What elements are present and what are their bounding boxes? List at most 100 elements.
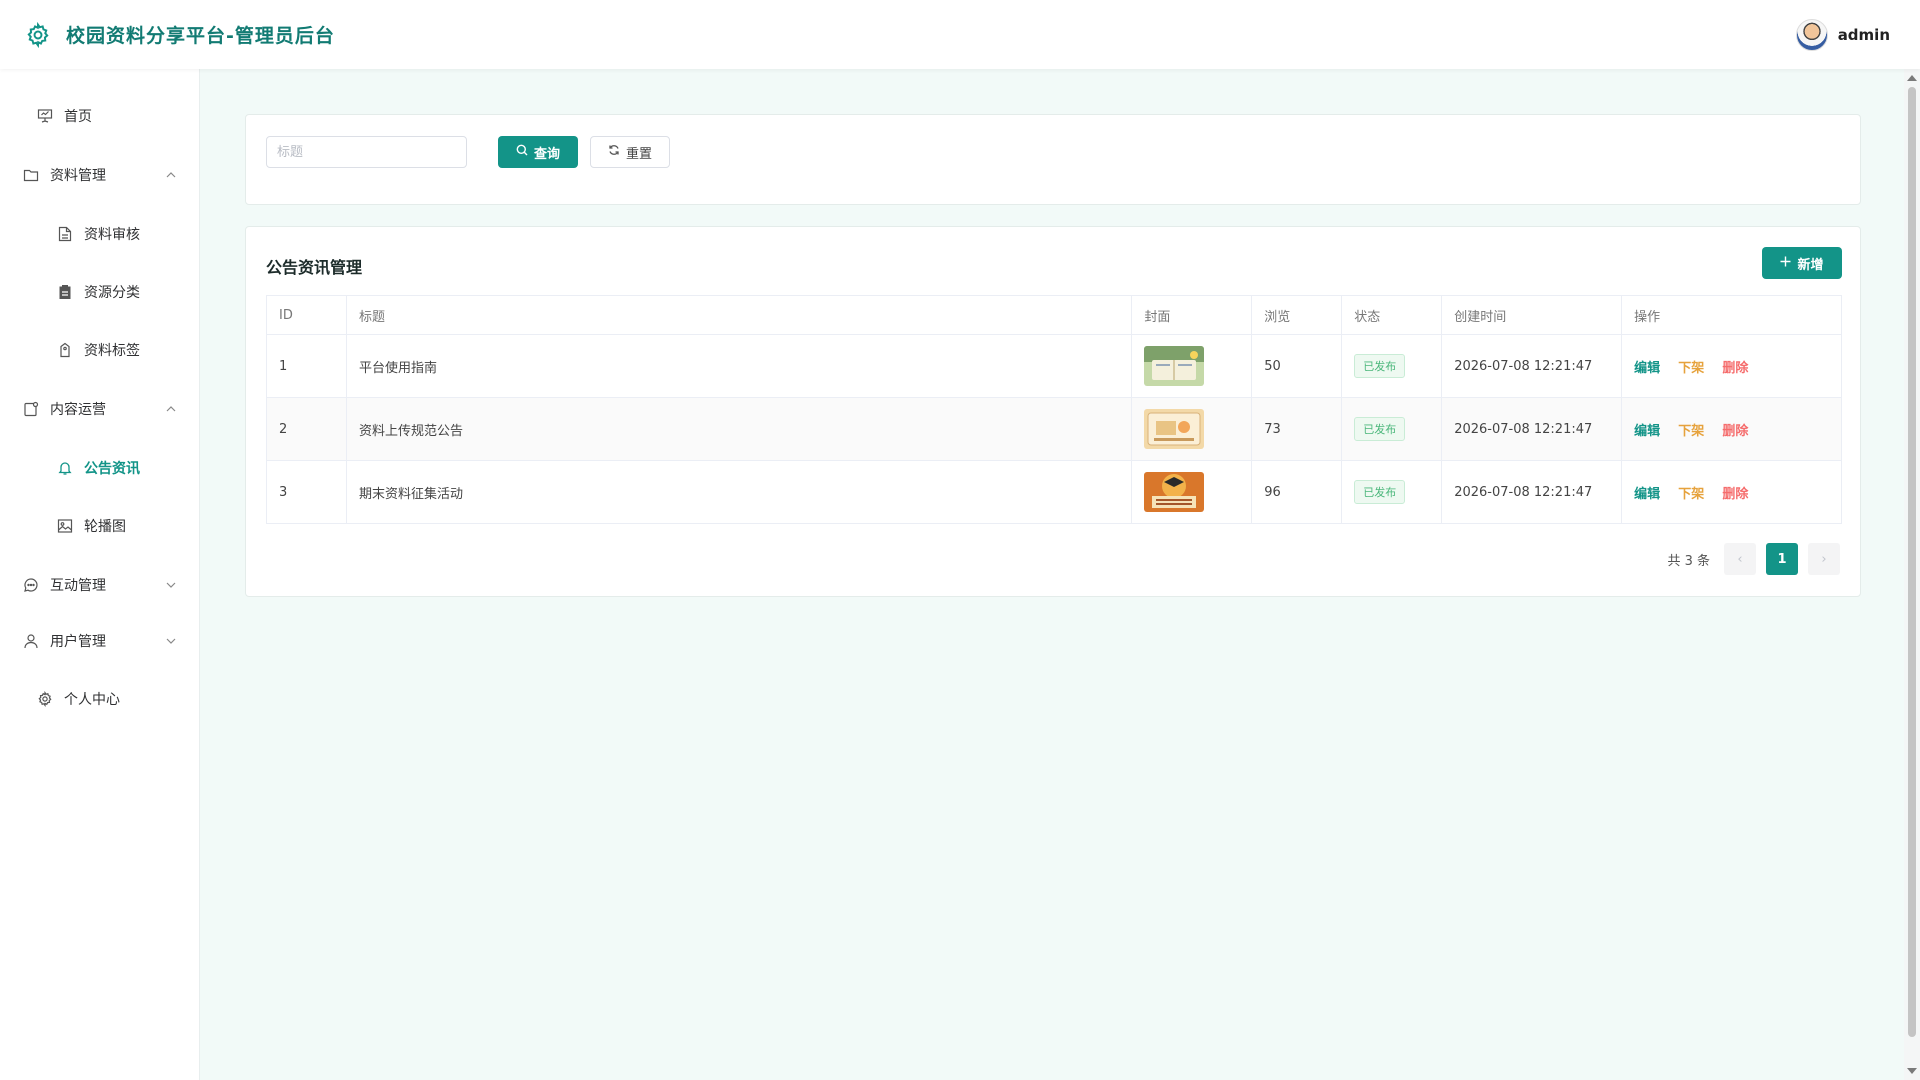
chevron-left-icon: ‹	[1737, 551, 1743, 567]
bell-icon	[56, 459, 74, 477]
sidebar-item-label: 互动管理	[50, 578, 106, 594]
offline-button[interactable]: 下架	[1678, 487, 1704, 502]
page-number-button[interactable]: 1	[1766, 543, 1798, 575]
column-header-id[interactable]: ID	[266, 295, 347, 335]
prev-page-button[interactable]: ‹	[1724, 543, 1756, 575]
filter-card: 查询 重置	[245, 114, 1861, 205]
row-actions: 编辑 下架 删除	[1621, 397, 1842, 461]
chevron-up-icon	[164, 168, 178, 182]
scroll-thumb[interactable]	[1908, 87, 1916, 1037]
add-button-label: 新增	[1797, 257, 1824, 273]
column-header-title[interactable]: 标题	[345, 295, 1133, 335]
next-page-button[interactable]: ›	[1808, 543, 1840, 575]
sidebar-item-label: 个人中心	[64, 692, 120, 708]
sidebar-item-label: 资料审核	[84, 227, 140, 243]
row-cover	[1131, 397, 1253, 461]
chevron-down-icon	[164, 634, 178, 648]
table-row: 1 平台使用指南 50 已发布 2026-07-08 12:21:47 编辑 下…	[266, 334, 1842, 398]
refresh-icon	[608, 144, 620, 160]
table-row: 2 资料上传规范公告 73 已发布 2026-07-08 12:21:47 编辑…	[266, 397, 1842, 461]
query-button-label: 查询	[533, 146, 560, 162]
row-status: 已发布	[1341, 460, 1443, 524]
vertical-scrollbar[interactable]	[1904, 69, 1920, 1080]
sidebar-item-categories[interactable]: 资源分类	[0, 272, 200, 312]
top-header: 校园资料分享平台-管理员后台 admin	[0, 0, 1920, 69]
picture-icon	[56, 517, 74, 535]
column-header-actions: 操作	[1621, 295, 1842, 335]
row-id: 2	[266, 397, 347, 461]
query-button[interactable]: 查询	[498, 136, 578, 168]
row-status: 已发布	[1341, 334, 1443, 398]
sidebar-item-label: 资料管理	[50, 168, 106, 184]
sidebar-item-review[interactable]: 资料审核	[0, 214, 200, 254]
status-badge: 已发布	[1354, 417, 1406, 441]
status-badge: 已发布	[1354, 480, 1406, 504]
column-header-created[interactable]: 创建时间	[1441, 295, 1623, 335]
search-icon	[516, 144, 528, 160]
avatar[interactable]	[1795, 18, 1828, 51]
gear-icon	[24, 21, 52, 49]
sidebar-item-home[interactable]: 首页	[0, 96, 200, 136]
column-header-cover[interactable]: 封面	[1131, 295, 1253, 335]
sidebar-item-users[interactable]: 用户管理	[0, 621, 200, 661]
reset-button[interactable]: 重置	[590, 136, 670, 168]
offline-button[interactable]: 下架	[1678, 424, 1704, 439]
sidebar-item-tags[interactable]: 资料标签	[0, 330, 200, 370]
title-search-input[interactable]	[266, 136, 467, 168]
reset-button-label: 重置	[625, 146, 652, 162]
cover-thumbnail[interactable]	[1144, 409, 1205, 449]
row-created: 2026-07-08 12:21:47	[1441, 397, 1623, 461]
row-cover	[1131, 334, 1253, 398]
sidebar-item-label: 资源分类	[84, 285, 140, 301]
user-icon	[22, 632, 40, 650]
scroll-up-arrow-icon[interactable]	[1907, 75, 1917, 81]
offline-button[interactable]: 下架	[1678, 361, 1704, 376]
sidebar-item-label: 轮播图	[84, 519, 126, 535]
row-title: 期末资料征集活动	[345, 460, 1133, 524]
sidebar-item-content-ops[interactable]: 内容运营	[0, 389, 200, 429]
delete-button[interactable]: 删除	[1722, 487, 1748, 502]
sidebar-item-carousel[interactable]: 轮播图	[0, 506, 200, 546]
row-actions: 编辑 下架 删除	[1621, 460, 1842, 524]
username[interactable]: admin	[1838, 26, 1890, 44]
chevron-right-icon: ›	[1821, 551, 1827, 567]
pagination: 共 3 条 ‹ 1 ›	[1667, 543, 1840, 575]
sidebar-item-label: 公告资讯	[84, 461, 140, 477]
row-title: 平台使用指南	[345, 334, 1133, 398]
delete-button[interactable]: 删除	[1722, 361, 1748, 376]
folder-icon	[22, 166, 40, 184]
table-row: 3 期末资料征集活动 96 已发布 2026-07-08 12:21:47 编辑…	[266, 460, 1842, 524]
column-header-views[interactable]: 浏览	[1251, 295, 1343, 335]
sidebar-item-profile[interactable]: 个人中心	[0, 679, 200, 719]
sidebar-item-materials[interactable]: 资料管理	[0, 155, 200, 195]
user-menu[interactable]: admin	[1795, 18, 1890, 51]
edit-button[interactable]: 编辑	[1634, 487, 1660, 502]
announcements-table: ID 标题 封面 浏览 状态 创建时间 操作 1 平台使用指南 50 已发布 2…	[266, 295, 1842, 524]
notebook-icon	[22, 400, 40, 418]
edit-button[interactable]: 编辑	[1634, 424, 1660, 439]
row-actions: 编辑 下架 删除	[1621, 334, 1842, 398]
brand: 校园资料分享平台-管理员后台	[24, 21, 335, 49]
row-status: 已发布	[1341, 397, 1443, 461]
scroll-down-arrow-icon[interactable]	[1907, 1068, 1917, 1074]
column-header-status[interactable]: 状态	[1341, 295, 1443, 335]
announcements-card: 公告资讯管理 新增 ID 标题 封面 浏览 状态 创建时间 操作 1 平台使用指…	[245, 226, 1861, 597]
row-views: 73	[1251, 397, 1343, 461]
row-id: 3	[266, 460, 347, 524]
chat-icon	[22, 576, 40, 594]
sidebar-item-label: 首页	[64, 109, 92, 125]
cover-thumbnail[interactable]	[1144, 346, 1205, 386]
sidebar-item-announcements[interactable]: 公告资讯	[0, 448, 200, 488]
sidebar-item-interaction[interactable]: 互动管理	[0, 565, 200, 605]
row-created: 2026-07-08 12:21:47	[1441, 460, 1623, 524]
edit-button[interactable]: 编辑	[1634, 361, 1660, 376]
add-button[interactable]: 新增	[1762, 247, 1842, 279]
sidebar: 首页 资料管理 资料审核 资源分类 资料标签 内容运营 公告资讯 轮播图 互动管…	[0, 69, 200, 1080]
delete-button[interactable]: 删除	[1722, 424, 1748, 439]
row-created: 2026-07-08 12:21:47	[1441, 334, 1623, 398]
status-badge: 已发布	[1354, 354, 1406, 378]
clipboard-icon	[56, 283, 74, 301]
cover-thumbnail[interactable]	[1144, 472, 1205, 512]
row-views: 50	[1251, 334, 1343, 398]
app-title: 校园资料分享平台-管理员后台	[66, 25, 335, 47]
